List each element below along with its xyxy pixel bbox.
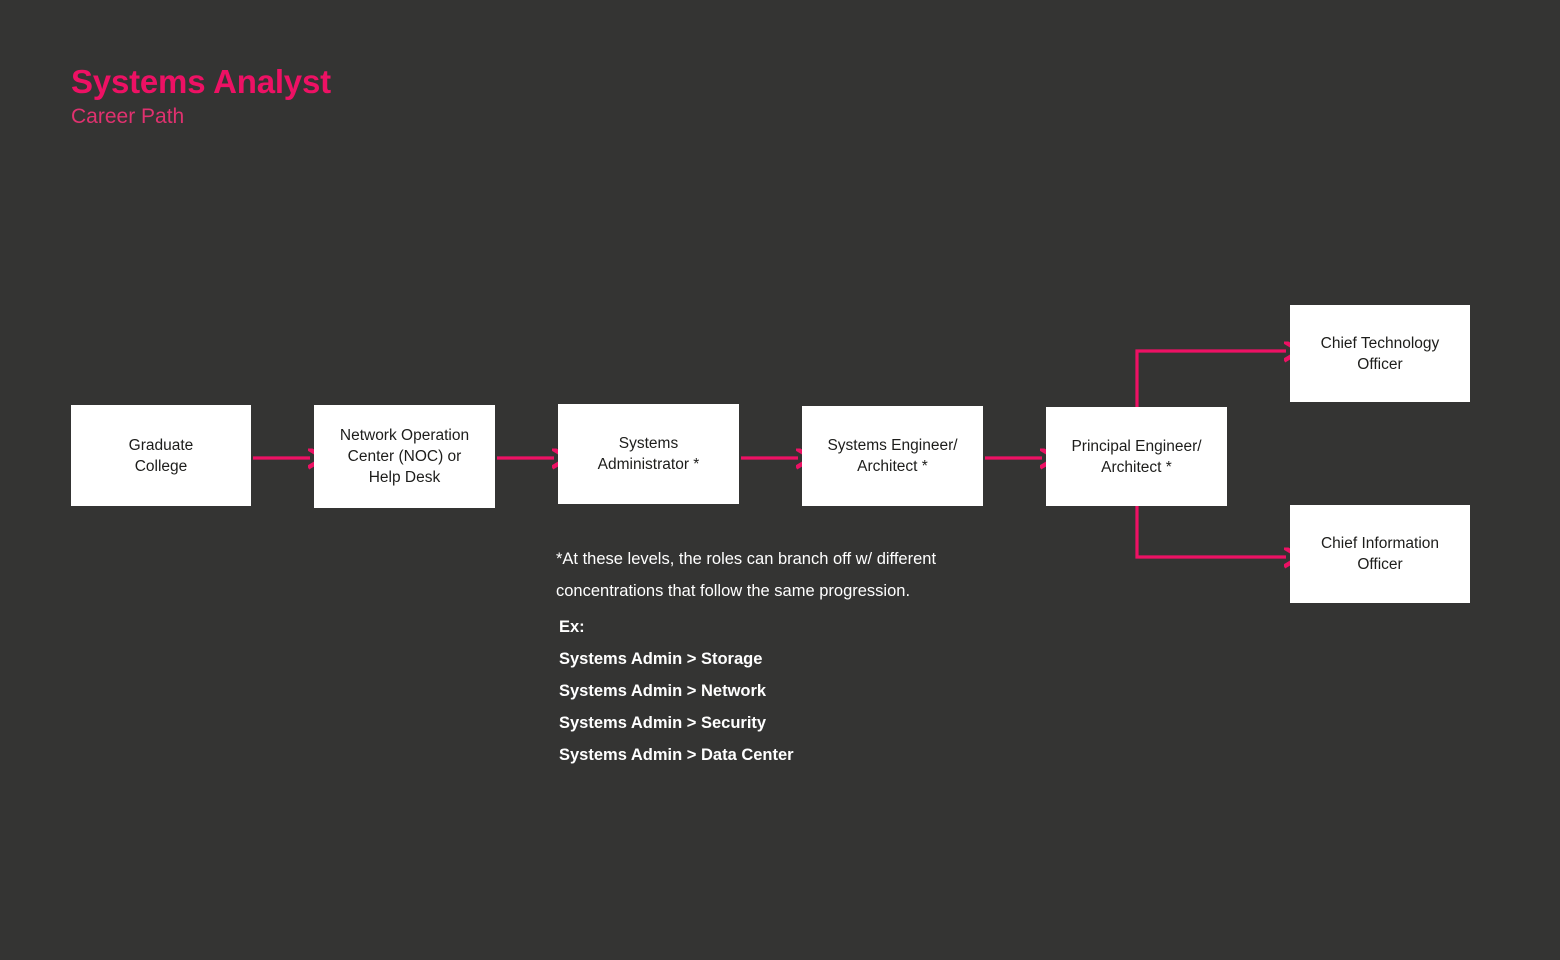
examples-heading: Ex: [559, 618, 585, 636]
example-item: Systems Admin > Storage [559, 650, 763, 668]
arrow-principal-to-cio [1135, 506, 1286, 557]
footnote-line: *At these levels, the roles can branch o… [556, 550, 937, 568]
node-label: Chief Technology Officer [1320, 334, 1440, 373]
node-systems-administrator[interactable]: Systems Administrator * [558, 404, 739, 504]
title-block: Systems Analyst Career Path [71, 62, 671, 130]
node-label: Network Operation Center (NOC) or Help D… [339, 427, 470, 486]
node-label: Chief Information Officer [1320, 535, 1440, 573]
examples-block: Ex: Systems Admin > Storage Systems Admin… [559, 611, 979, 771]
node-label: Systems Administrator * [597, 435, 700, 473]
node-chief-technology-officer[interactable]: Chief Technology Officer [1290, 305, 1470, 402]
node-label: Graduate College [128, 436, 194, 475]
footnote-block: *At these levels, the roles can branch o… [556, 543, 1026, 607]
example-item: Systems Admin > Data Center [559, 746, 794, 764]
node-principal-engineer[interactable]: Principal Engineer/ Architect * [1046, 407, 1227, 506]
node-label: Principal Engineer/ Architect * [1071, 437, 1202, 476]
node-systems-engineer[interactable]: Systems Engineer/ Architect * [802, 406, 983, 506]
examples-list: Systems Admin > Storage Systems Admin > N… [559, 643, 979, 771]
node-graduate-college[interactable]: Graduate College [71, 405, 251, 506]
page-title: Systems Analyst [71, 63, 331, 100]
example-item: Systems Admin > Network [559, 682, 767, 700]
example-item: Systems Admin > Security [559, 714, 767, 732]
node-noc-help-desk[interactable]: Network Operation Center (NOC) or Help D… [314, 405, 495, 508]
arrow-principal-to-cto [1135, 351, 1286, 407]
node-chief-information-officer[interactable]: Chief Information Officer [1290, 505, 1470, 603]
footnote-line: concentrations that follow the same prog… [556, 582, 911, 600]
node-label: Systems Engineer/ Architect * [827, 437, 958, 475]
page-subtitle: Career Path [71, 105, 185, 128]
diagram-canvas: Systems Analyst Career Path Graduate Col… [0, 0, 1560, 960]
